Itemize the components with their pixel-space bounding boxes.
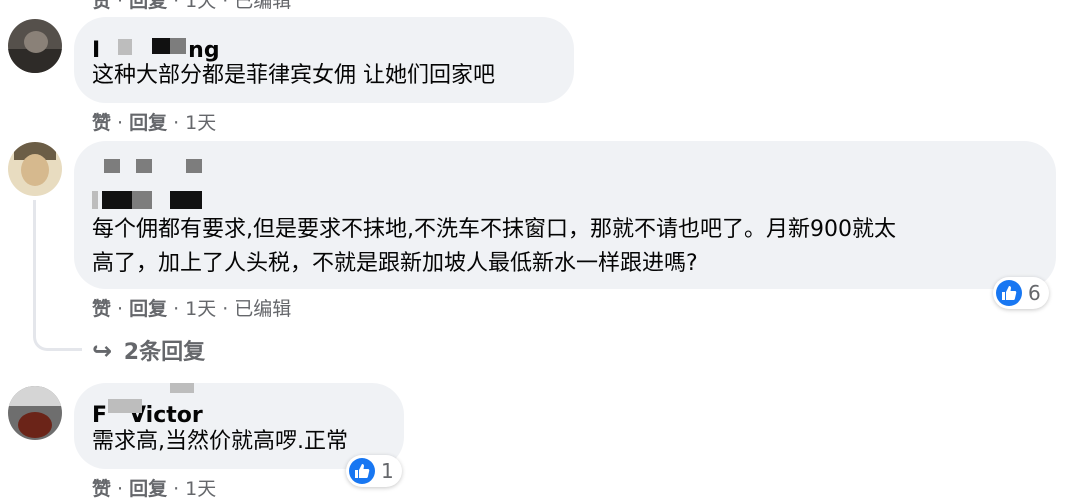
thumbs-up-icon [349,458,375,484]
like-link[interactable]: 赞 [92,298,111,320]
reply-link[interactable]: 回复 [129,0,167,12]
comment-time[interactable]: 1天 [185,478,216,500]
redaction-block [92,191,98,209]
redaction-block [170,191,202,209]
like-link[interactable]: 赞 [92,478,111,500]
comment-meta: 赞 · 回复 · 1天 [92,478,217,500]
redaction-block [132,191,152,209]
redaction-block [170,38,186,54]
redaction-block [102,191,132,209]
comment-meta: 赞 · 回复 · 1天 · 已编辑 [92,298,292,320]
comment-text-line: 高了，加上了人头税，不就是跟新加坡人最低新水一样跟进嗎? [92,251,698,276]
top-comment-meta: 赞 · 回复 · 1天 · 已编辑 [92,0,291,13]
comment-text-line: 每个佣都有要求,但是要求不抹地,不洗车不抹窗口，那就不请也吧了。月新900就太 [92,217,896,242]
redaction-block [118,39,132,55]
reaction-badge[interactable]: 1 [346,455,402,487]
comment-text: 需求高,当然价就高啰.正常 [92,429,348,454]
like-link[interactable]: 赞 [92,0,111,12]
comment-text: 这种大部分都是菲律宾女佣 让她们回家吧 [92,63,495,88]
comment-time[interactable]: 1天 [185,0,216,12]
view-replies-link[interactable]: ↪ 2条回复 [92,334,205,366]
thread-connector [33,200,82,351]
edited-label: 已编辑 [234,298,292,320]
comment-bubble: I ng 这种大部分都是菲律宾女佣 让她们回家吧 [74,17,574,103]
avatar[interactable] [8,386,62,440]
redaction-block [152,38,170,54]
reply-arrow-icon: ↪ [92,337,113,365]
thumbs-up-icon [996,280,1022,306]
comment-time[interactable]: 1天 [185,112,216,134]
avatar[interactable] [8,142,62,196]
replies-label: 2条回复 [123,340,206,365]
reaction-badge[interactable]: 6 [993,277,1049,309]
edited-label: 已编辑 [234,0,292,12]
reply-link[interactable]: 回复 [129,478,167,500]
reaction-count: 6 [1028,281,1041,305]
redaction-block [170,383,194,393]
reply-link[interactable]: 回复 [129,112,167,134]
comment-time[interactable]: 1天 [185,298,216,320]
comment-meta: 赞 · 回复 · 1天 [92,112,217,134]
redaction-block [104,159,120,173]
reply-link[interactable]: 回复 [129,298,167,320]
comment-bubble: 每个佣都有要求,但是要求不抹地,不洗车不抹窗口，那就不请也吧了。月新900就太 … [74,141,1056,289]
redaction-block [136,159,152,173]
avatar[interactable] [8,19,62,73]
like-link[interactable]: 赞 [92,112,111,134]
reaction-count: 1 [381,459,394,483]
redaction-block [186,159,202,173]
redaction-block [108,399,142,413]
